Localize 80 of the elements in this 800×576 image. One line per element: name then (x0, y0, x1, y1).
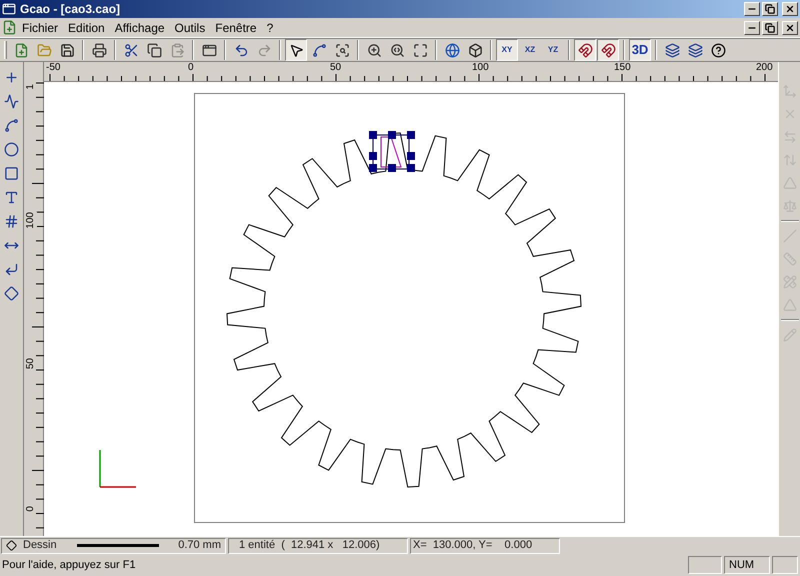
magnet-icon (600, 42, 616, 58)
menu-item[interactable]: Outils (170, 18, 210, 36)
magnet-icon (578, 42, 592, 58)
move-icon (782, 84, 796, 98)
zoom-window-icon (334, 42, 350, 58)
new-file-icon (14, 42, 28, 58)
magnet-button[interactable] (597, 39, 619, 61)
num-indicator: NUM (724, 556, 770, 574)
window-title: Gcao - [cao3.cao] (20, 1, 120, 18)
undo-icon (234, 42, 248, 58)
close-icon (785, 4, 795, 14)
copy-icon (146, 42, 162, 58)
folder-icon (36, 42, 52, 58)
close-icon (785, 22, 795, 32)
rectangle-icon (4, 166, 19, 180)
ruler-icon (782, 252, 796, 266)
window-icon (202, 42, 216, 58)
pencil-icon (782, 328, 796, 342)
scissors-icon (124, 42, 138, 58)
help-text: Pour l'aide, appuyez sur F1 (2, 558, 137, 573)
ruler-label: 50 (330, 62, 342, 74)
zoom-all-icon (412, 42, 428, 58)
plane-view-button[interactable]: XZ (519, 39, 541, 61)
curve-edit-icon (312, 42, 326, 58)
document-minimize-button[interactable] (744, 20, 760, 34)
save-icon (60, 42, 74, 58)
help-icon (710, 42, 726, 58)
ruler-label: 100 (25, 212, 37, 229)
diamond-tool-button[interactable] (2, 284, 22, 302)
line-icon (782, 229, 796, 243)
menu-item[interactable]: Affichage (110, 18, 170, 36)
hatch-icon (4, 214, 19, 228)
diamond-icon (4, 286, 19, 300)
selection-info: 1 entité ( 12.941 x 12.006) (239, 538, 380, 554)
points-icon (4, 70, 19, 84)
selection-handles[interactable] (369, 131, 415, 172)
polyline-tool-button[interactable] (2, 92, 22, 110)
text-tool-icon (4, 190, 19, 204)
mode-label: Dessin (23, 538, 57, 554)
coordinates-value: X= 130.000, Y= 0.000 (413, 538, 532, 554)
curve-icon (4, 118, 19, 132)
axis-indicator-icon (99, 450, 136, 488)
ruler-label: -50 (46, 62, 60, 74)
printer-icon (92, 42, 106, 58)
redo-icon (256, 42, 272, 58)
menu-item[interactable]: Fenêtre (210, 18, 262, 36)
plane-view-button[interactable]: YZ (542, 39, 564, 61)
document-restore-button[interactable] (762, 20, 778, 34)
circle-tool-button[interactable] (2, 140, 22, 158)
menu-item[interactable]: Edition (63, 18, 110, 36)
app-icon (2, 2, 16, 16)
ruler-label: 200 (756, 62, 773, 74)
zoom-previous-icon (390, 42, 404, 58)
circle-icon (4, 142, 19, 156)
ruler-label: 150 (614, 62, 631, 74)
cube-icon (468, 42, 482, 58)
document-close-button[interactable] (782, 20, 798, 34)
caps-indicator (688, 556, 722, 574)
fillet-icon (4, 262, 19, 276)
scroll-indicator (772, 556, 798, 574)
menu-item[interactable]: ? (262, 18, 278, 36)
line-width-value: 0.70 mm (178, 538, 221, 554)
pointer-icon (288, 42, 304, 58)
ruler-label: 0 (188, 62, 194, 74)
document-icon (2, 20, 17, 35)
sphere-icon (444, 42, 460, 58)
restore-button[interactable] (762, 2, 778, 16)
paste-icon (170, 42, 184, 58)
plane-view-button[interactable]: XY (496, 39, 518, 61)
menu-item[interactable]: Fichier (17, 18, 64, 36)
polyline-icon (4, 94, 19, 108)
zoom-icon (366, 42, 382, 58)
pointer-button[interactable] (285, 39, 307, 61)
3d-view-button[interactable]: 3D (629, 39, 651, 61)
close-button[interactable] (782, 2, 798, 16)
minimize-button[interactable] (744, 2, 760, 16)
ruler-label: 100 (472, 62, 489, 74)
restore-icon (765, 4, 775, 14)
magnet-button[interactable] (574, 39, 596, 61)
restore-icon (765, 22, 775, 32)
